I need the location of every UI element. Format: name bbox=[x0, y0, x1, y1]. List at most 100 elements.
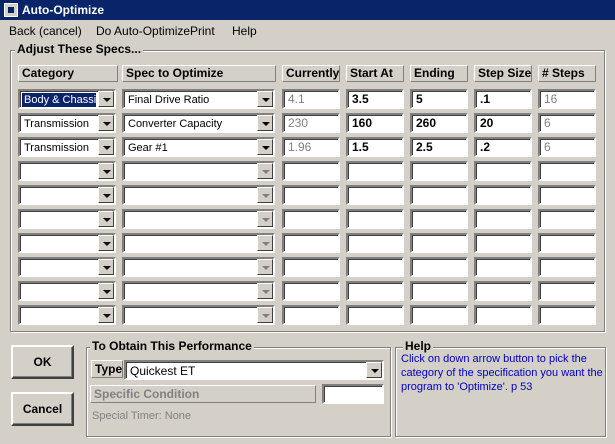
chevron-down-icon[interactable] bbox=[98, 163, 114, 179]
spec-combo[interactable]: Converter Capacity bbox=[122, 113, 275, 133]
currently-field: 1.96 bbox=[282, 137, 340, 157]
category-value bbox=[22, 213, 96, 227]
header-start-at: Start At bbox=[346, 65, 404, 82]
ending-input[interactable]: 260 bbox=[410, 113, 468, 133]
step-size-input[interactable] bbox=[474, 281, 532, 301]
spec-value bbox=[126, 165, 255, 179]
cancel-button[interactable]: Cancel bbox=[11, 392, 74, 426]
spec-combo[interactable]: Gear #1 bbox=[122, 137, 275, 157]
header-num-steps: # Steps bbox=[538, 65, 596, 82]
step-size-input[interactable] bbox=[474, 257, 532, 277]
category-value bbox=[22, 285, 96, 299]
step-size-input[interactable] bbox=[474, 209, 532, 229]
step-size-input[interactable] bbox=[474, 305, 532, 325]
category-combo[interactable] bbox=[18, 281, 116, 301]
menu-back-cancel[interactable]: Back (cancel) bbox=[9, 24, 82, 38]
ok-button[interactable]: OK bbox=[11, 345, 74, 379]
menu-do-auto-optimize[interactable]: Do Auto-Optimize bbox=[96, 24, 190, 38]
chevron-down-icon[interactable] bbox=[98, 235, 114, 251]
ending-input[interactable] bbox=[410, 257, 468, 277]
spec-combo[interactable] bbox=[122, 257, 275, 277]
spec-combo[interactable] bbox=[122, 161, 275, 181]
ending-input[interactable] bbox=[410, 209, 468, 229]
step-size-input[interactable]: .1 bbox=[474, 89, 532, 109]
ending-input[interactable]: 5 bbox=[410, 89, 468, 109]
category-combo[interactable]: Transmission bbox=[18, 137, 116, 157]
step-size-input[interactable]: .2 bbox=[474, 137, 532, 157]
spec-combo[interactable] bbox=[122, 185, 275, 205]
specific-condition-input[interactable] bbox=[322, 384, 384, 404]
menu-print[interactable]: Print bbox=[190, 24, 215, 38]
step-size-input[interactable]: 20 bbox=[474, 113, 532, 133]
chevron-down-icon[interactable] bbox=[98, 259, 114, 275]
chevron-down-icon[interactable] bbox=[257, 283, 273, 299]
spec-combo[interactable] bbox=[122, 233, 275, 253]
ending-input[interactable] bbox=[410, 161, 468, 181]
start-at-input[interactable]: 3.5 bbox=[346, 89, 404, 109]
category-combo[interactable] bbox=[18, 305, 116, 325]
chevron-down-icon[interactable] bbox=[257, 187, 273, 203]
spec-combo[interactable] bbox=[122, 305, 275, 325]
step-size-input[interactable] bbox=[474, 185, 532, 205]
category-combo[interactable] bbox=[18, 233, 116, 253]
category-combo[interactable] bbox=[18, 257, 116, 277]
chevron-down-icon[interactable] bbox=[98, 211, 114, 227]
specific-condition-label: Specific Condition bbox=[90, 385, 316, 403]
spec-value: Converter Capacity bbox=[128, 118, 223, 130]
spec-combo[interactable] bbox=[122, 209, 275, 229]
start-at-input[interactable] bbox=[346, 161, 404, 181]
chevron-down-icon[interactable] bbox=[257, 211, 273, 227]
menu-help[interactable]: Help bbox=[232, 24, 257, 38]
chevron-down-icon[interactable] bbox=[98, 283, 114, 299]
chevron-down-icon[interactable] bbox=[257, 91, 273, 107]
category-value: Body & Chassis bbox=[22, 93, 96, 107]
step-size-input[interactable] bbox=[474, 233, 532, 253]
start-at-input[interactable] bbox=[346, 209, 404, 229]
category-combo[interactable]: Body & Chassis bbox=[18, 89, 116, 109]
help-text: Click on down arrow button to pick the c… bbox=[401, 353, 603, 393]
start-at-input[interactable]: 1.5 bbox=[346, 137, 404, 157]
ending-input[interactable]: 2.5 bbox=[410, 137, 468, 157]
chevron-down-icon[interactable] bbox=[257, 235, 273, 251]
spec-combo[interactable]: Final Drive Ratio bbox=[122, 89, 275, 109]
category-combo[interactable]: Transmission bbox=[18, 113, 116, 133]
chevron-down-icon[interactable] bbox=[366, 362, 382, 378]
chevron-down-icon[interactable] bbox=[257, 115, 273, 131]
type-label: Type bbox=[91, 360, 123, 378]
window-title: Auto-Optimize bbox=[22, 3, 104, 17]
specs-group-title: Adjust These Specs... bbox=[15, 42, 144, 56]
chevron-down-icon[interactable] bbox=[257, 259, 273, 275]
start-at-input[interactable] bbox=[346, 233, 404, 253]
chevron-down-icon[interactable] bbox=[98, 91, 114, 107]
ending-input[interactable] bbox=[410, 185, 468, 205]
header-currently: Currently bbox=[282, 65, 340, 82]
ending-input[interactable] bbox=[410, 233, 468, 253]
chevron-down-icon[interactable] bbox=[98, 307, 114, 323]
ending-input[interactable] bbox=[410, 305, 468, 325]
spec-combo[interactable] bbox=[122, 281, 275, 301]
chevron-down-icon[interactable] bbox=[257, 163, 273, 179]
step-size-input[interactable] bbox=[474, 161, 532, 181]
chevron-down-icon[interactable] bbox=[98, 115, 114, 131]
chevron-down-icon[interactable] bbox=[257, 307, 273, 323]
performance-type-combo[interactable]: Quickest ET bbox=[124, 360, 384, 380]
currently-field bbox=[282, 233, 340, 253]
spec-value bbox=[126, 237, 255, 251]
num-steps-field: 6 bbox=[538, 113, 596, 133]
category-combo[interactable] bbox=[18, 185, 116, 205]
chevron-down-icon[interactable] bbox=[98, 187, 114, 203]
currently-field bbox=[282, 185, 340, 205]
chevron-down-icon[interactable] bbox=[98, 139, 114, 155]
chevron-down-icon[interactable] bbox=[257, 139, 273, 155]
ending-input[interactable] bbox=[410, 281, 468, 301]
currently-field bbox=[282, 161, 340, 181]
start-at-input[interactable] bbox=[346, 305, 404, 325]
category-combo[interactable] bbox=[18, 209, 116, 229]
start-at-input[interactable] bbox=[346, 257, 404, 277]
spec-value bbox=[126, 261, 255, 275]
start-at-input[interactable]: 160 bbox=[346, 113, 404, 133]
start-at-input[interactable] bbox=[346, 185, 404, 205]
start-at-input[interactable] bbox=[346, 281, 404, 301]
category-combo[interactable] bbox=[18, 161, 116, 181]
currently-field: 230 bbox=[282, 113, 340, 133]
